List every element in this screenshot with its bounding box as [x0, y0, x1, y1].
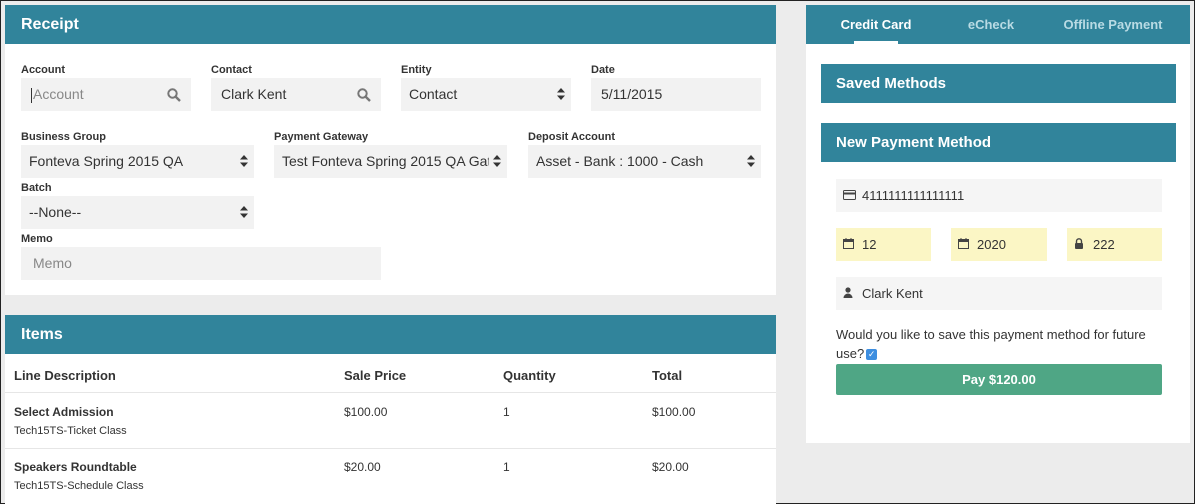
payment-panel: Credit Card eCheck Offline Payment Saved… [806, 5, 1190, 443]
item-sub: Tech15TS-Ticket Class [14, 425, 127, 437]
payment-gateway-value: Test Fonteva Spring 2015 QA Gate [282, 153, 500, 169]
tab-offline-payment[interactable]: Offline Payment [1056, 5, 1170, 44]
save-method-question: Would you like to save this payment meth… [836, 325, 1156, 363]
memo-label: Memo [21, 233, 53, 245]
lock-icon [1074, 229, 1088, 262]
select-arrows-icon [743, 145, 755, 178]
account-placeholder: Account [33, 86, 84, 102]
tab-echeck[interactable]: eCheck [946, 5, 1036, 44]
column-header: Total [652, 368, 683, 383]
account-input[interactable]: Account [21, 78, 191, 111]
new-payment-method-header[interactable]: New Payment Method [821, 123, 1176, 162]
exp-year-value: 2020 [977, 237, 1006, 252]
date-input[interactable]: 5/11/2015 [591, 78, 761, 111]
search-icon[interactable] [357, 78, 371, 111]
payment-tabs: Credit Card eCheck Offline Payment [806, 5, 1190, 44]
receipt-form: Account Account Contact Clark Kent Entit… [5, 44, 776, 295]
item-total: $20.00 [652, 460, 689, 474]
checkbox-icon[interactable]: ✓ [866, 349, 878, 361]
calendar-icon [843, 229, 857, 262]
contact-label: Contact [211, 64, 252, 76]
memo-input[interactable]: Memo [21, 247, 381, 280]
batch-select[interactable]: --None-- [21, 196, 254, 229]
row-divider [5, 448, 776, 449]
payment-gateway-select[interactable]: Test Fonteva Spring 2015 QA Gate [274, 145, 507, 178]
memo-placeholder: Memo [33, 255, 72, 271]
column-header: Line Description [14, 368, 116, 383]
entity-value: Contact [409, 86, 458, 102]
text-cursor [31, 87, 32, 103]
contact-input[interactable]: Clark Kent [211, 78, 381, 111]
calendar-icon [958, 229, 972, 262]
column-header: Sale Price [344, 368, 407, 383]
item-price: $20.00 [344, 460, 381, 474]
items-table: Line Description Sale Price Quantity Tot… [5, 354, 776, 504]
cvv-field[interactable]: 222 [1067, 228, 1162, 261]
search-icon[interactable] [167, 78, 181, 111]
item-total: $100.00 [652, 405, 696, 419]
date-label: Date [591, 64, 615, 76]
date-value: 5/11/2015 [601, 86, 663, 102]
card-number-value: 4111111111111111 [862, 188, 965, 203]
contact-value: Clark Kent [221, 86, 287, 102]
deposit-account-label: Deposit Account [528, 131, 615, 143]
pay-button[interactable]: Pay $120.00 [836, 364, 1162, 395]
item-name: Select Admission [14, 405, 114, 419]
deposit-account-value: Asset - Bank : 1000 - Cash [536, 153, 704, 169]
entity-label: Entity [401, 64, 432, 76]
active-tab-indicator [854, 41, 898, 44]
user-icon [843, 278, 857, 311]
exp-year-field[interactable]: 2020 [951, 228, 1047, 261]
select-arrows-icon [236, 145, 248, 178]
cvv-value: 222 [1093, 237, 1115, 252]
credit-card-icon [843, 180, 857, 213]
account-label: Account [21, 64, 65, 76]
item-price: $100.00 [344, 405, 388, 419]
items-header: Items [5, 315, 776, 354]
receipt-header: Receipt [5, 5, 776, 44]
item-name: Speakers Roundtable [14, 460, 137, 474]
batch-value: --None-- [29, 204, 82, 220]
column-header: Quantity [503, 368, 556, 383]
select-arrows-icon [553, 78, 565, 111]
payment-gateway-label: Payment Gateway [274, 131, 369, 143]
item-qty: 1 [503, 460, 510, 474]
business-group-select[interactable]: Fonteva Spring 2015 QA [21, 145, 254, 178]
save-method-text: Would you like to save this payment meth… [836, 327, 1146, 361]
exp-month-value: 12 [862, 237, 877, 252]
card-number-field[interactable]: 4111111111111111 [836, 179, 1162, 212]
row-divider [5, 392, 776, 393]
exp-month-field[interactable]: 12 [836, 228, 931, 261]
select-arrows-icon [489, 145, 501, 178]
batch-label: Batch [21, 182, 52, 194]
saved-methods-header[interactable]: Saved Methods [821, 64, 1176, 103]
item-qty: 1 [503, 405, 510, 419]
item-sub: Tech15TS-Schedule Class [14, 480, 144, 492]
left-column: Receipt Account Account Contact Clark Ke… [5, 5, 776, 504]
name-on-card-value: Clark Kent [862, 286, 923, 301]
tab-credit-card[interactable]: Credit Card [826, 5, 926, 44]
business-group-label: Business Group [21, 131, 106, 143]
name-on-card-field[interactable]: Clark Kent [836, 277, 1162, 310]
business-group-value: Fonteva Spring 2015 QA [29, 153, 184, 169]
deposit-account-select[interactable]: Asset - Bank : 1000 - Cash [528, 145, 761, 178]
entity-select[interactable]: Contact [401, 78, 571, 111]
select-arrows-icon [236, 196, 248, 229]
